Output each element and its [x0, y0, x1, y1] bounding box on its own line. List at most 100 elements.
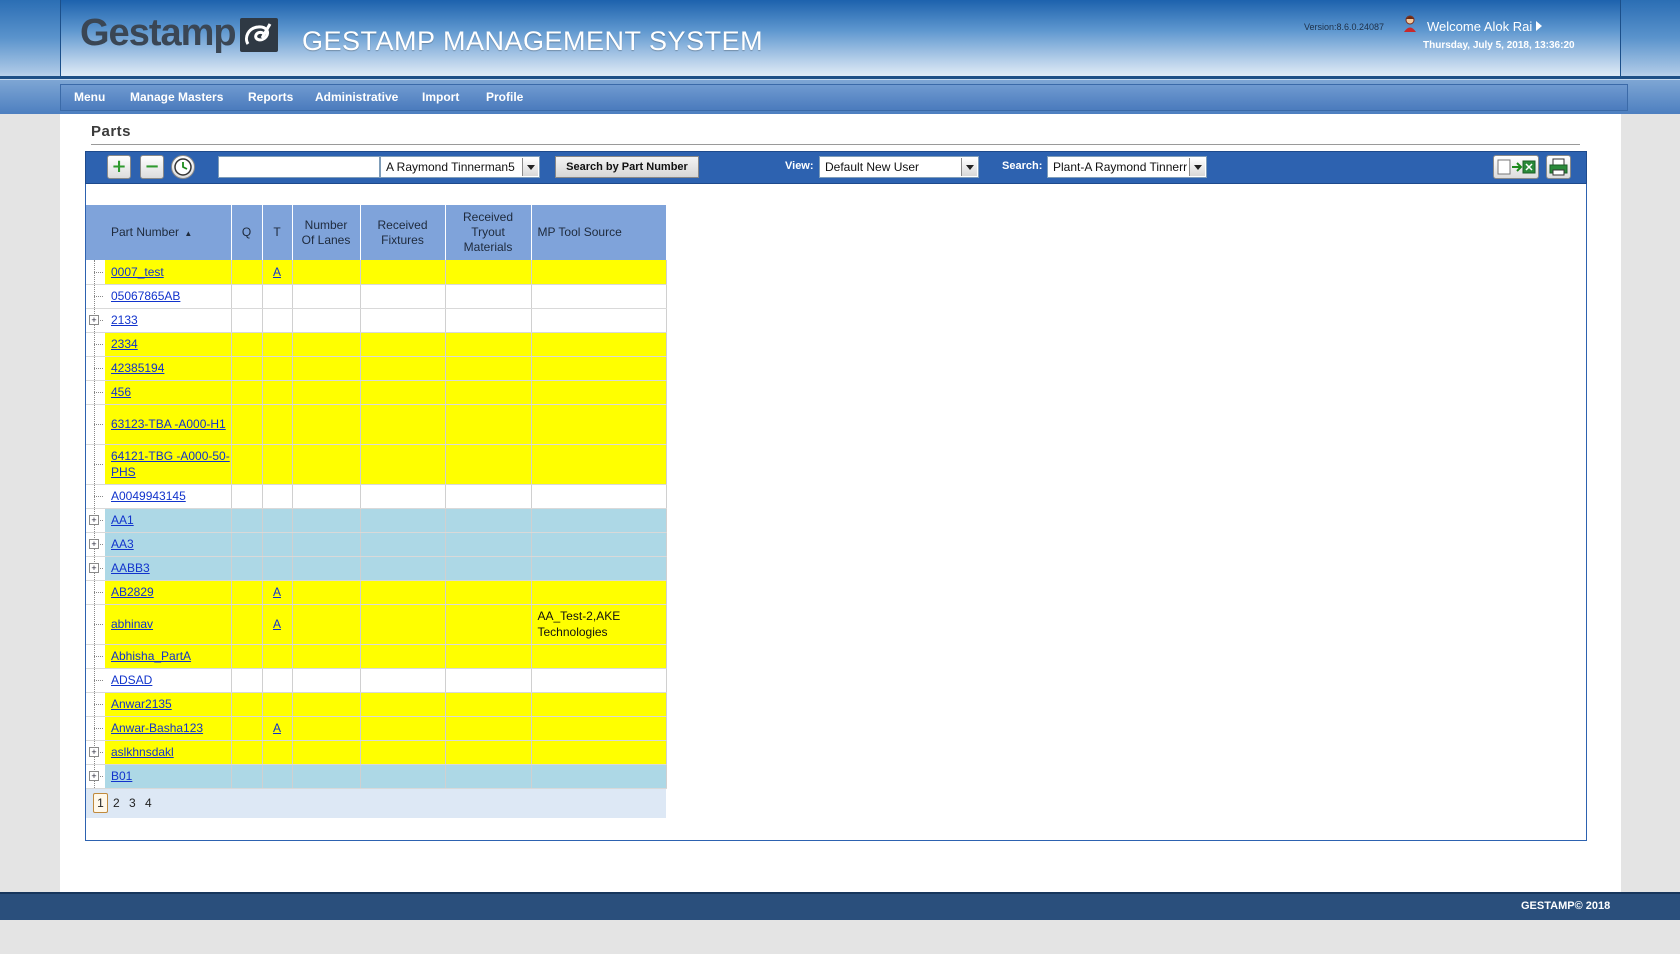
print-button[interactable]	[1546, 155, 1571, 179]
column-header-number-of-lanes[interactable]: Number Of Lanes	[292, 205, 361, 260]
q-cell	[231, 644, 263, 669]
table-row[interactable]: 42385194	[86, 356, 667, 381]
table-row[interactable]: + B01	[86, 764, 667, 789]
part-number-link[interactable]: 64121-TBG -A000-50-PHS	[111, 449, 230, 479]
table-row[interactable]: 456	[86, 380, 667, 405]
welcome-user-link[interactable]: Welcome Alok Rai	[1427, 19, 1532, 34]
history-button[interactable]	[171, 155, 195, 179]
expand-plus-icon[interactable]: +	[89, 539, 99, 549]
table-row[interactable]: abhinav A AA_Test-2,AKE Technologies	[86, 604, 667, 645]
page-link-3[interactable]: 3	[129, 796, 136, 810]
mp-tool-source-cell	[531, 716, 667, 741]
part-number-link[interactable]: abhinav	[111, 617, 153, 631]
tree-cell[interactable]: +	[86, 764, 105, 789]
part-number-link[interactable]: aslkhnsdakl	[111, 745, 174, 759]
search-by-part-number-button[interactable]: Search by Part Number	[555, 156, 699, 178]
part-number-link[interactable]: Abhisha_PartA	[111, 649, 191, 663]
caret-right-icon[interactable]	[1536, 21, 1542, 31]
nav-reports[interactable]: Reports	[248, 90, 293, 104]
chevron-down-icon[interactable]	[522, 158, 538, 176]
lanes-cell	[292, 604, 361, 645]
expand-plus-icon[interactable]: +	[89, 315, 99, 325]
column-header-received-fixtures[interactable]: Received Fixtures	[360, 205, 446, 260]
expand-plus-icon[interactable]: +	[89, 747, 99, 757]
nav-manage-masters[interactable]: Manage Masters	[130, 90, 223, 104]
part-number-link[interactable]: Anwar2135	[111, 697, 172, 711]
nav-menu[interactable]: Menu	[74, 90, 105, 104]
add-part-button[interactable]: +	[107, 155, 131, 179]
table-row[interactable]: Anwar-Basha123 A	[86, 716, 667, 741]
column-header-t[interactable]: T	[262, 205, 293, 260]
part-number-link[interactable]: 2133	[111, 313, 138, 327]
nav-administrative[interactable]: Administrative	[315, 90, 398, 104]
table-row[interactable]: + AABB3	[86, 556, 667, 581]
part-number-link[interactable]: AA3	[111, 537, 134, 551]
table-row[interactable]: ADSAD	[86, 668, 667, 693]
mp-tool-source-cell	[531, 484, 667, 509]
table-row[interactable]: A0049943145	[86, 484, 667, 509]
mp-tool-source-cell	[531, 380, 667, 405]
table-row[interactable]: +2133	[86, 308, 667, 333]
page-link-2[interactable]: 2	[113, 796, 120, 810]
expand-plus-icon[interactable]: +	[89, 563, 99, 573]
part-number-link[interactable]: 2334	[111, 337, 138, 351]
column-header-received-tryout-materials[interactable]: Received Tryout Materials	[445, 205, 532, 260]
nav-profile[interactable]: Profile	[486, 90, 523, 104]
table-row[interactable]: 64121-TBG -A000-50-PHS	[86, 444, 667, 485]
part-number-link[interactable]: 0007_test	[111, 265, 164, 279]
chevron-down-icon[interactable]	[961, 158, 977, 176]
t-link[interactable]: A	[273, 617, 281, 631]
page-link-1[interactable]: 1	[93, 793, 108, 813]
part-number-link[interactable]: Anwar-Basha123	[111, 721, 203, 735]
part-number-link[interactable]: B01	[111, 769, 132, 783]
table-row[interactable]: 05067865AB	[86, 284, 667, 309]
nav-import[interactable]: Import	[422, 90, 459, 104]
export-button[interactable]	[1493, 155, 1539, 179]
view-select[interactable]: Default New User	[819, 156, 979, 178]
tree-cell[interactable]: +	[86, 508, 105, 533]
tree-cell[interactable]: +	[86, 556, 105, 581]
part-number-link[interactable]: 456	[111, 385, 131, 399]
tree-cell[interactable]: +	[86, 308, 105, 333]
table-row[interactable]: + AA3	[86, 532, 667, 557]
table-row[interactable]: Anwar2135	[86, 692, 667, 717]
tryout-cell	[445, 380, 532, 405]
column-header-q[interactable]: Q	[231, 205, 263, 260]
sort-ascending-icon: ▲	[184, 228, 193, 238]
t-link[interactable]: A	[273, 721, 281, 735]
tree-cell	[86, 692, 105, 717]
part-number-link[interactable]: AB2829	[111, 585, 154, 599]
table-row[interactable]: AB2829 A	[86, 580, 667, 605]
tree-cell[interactable]: +	[86, 532, 105, 557]
expand-plus-icon[interactable]: +	[89, 771, 99, 781]
column-header-mp-tool-source[interactable]: MP Tool Source	[531, 205, 667, 260]
part-number-link[interactable]: ADSAD	[111, 673, 152, 687]
part-number-link[interactable]: AABB3	[111, 561, 150, 575]
q-cell	[231, 380, 263, 405]
table-row[interactable]: + AA1	[86, 508, 667, 533]
part-number-link[interactable]: 42385194	[111, 361, 164, 375]
part-number-link[interactable]: 63123-TBA -A000-H1	[111, 417, 226, 431]
t-link[interactable]: A	[273, 585, 281, 599]
part-number-link[interactable]: 05067865AB	[111, 289, 180, 303]
plant-select[interactable]: A Raymond Tinnerman5	[380, 156, 540, 178]
remove-part-button[interactable]: −	[140, 155, 164, 179]
table-row[interactable]: + aslkhnsdakl	[86, 740, 667, 765]
fixtures-cell	[360, 692, 446, 717]
table-row[interactable]: 63123-TBA -A000-H1	[86, 404, 667, 445]
tree-cell[interactable]: +	[86, 740, 105, 765]
tryout-cell	[445, 308, 532, 333]
part-number-link[interactable]: A0049943145	[111, 489, 186, 503]
table-row[interactable]: 0007_test A	[86, 260, 667, 285]
expand-plus-icon[interactable]: +	[89, 515, 99, 525]
table-row[interactable]: Abhisha_PartA	[86, 644, 667, 669]
page-link-4[interactable]: 4	[145, 796, 152, 810]
table-row[interactable]: 2334	[86, 332, 667, 357]
part-number-search-input[interactable]	[218, 156, 380, 178]
search-select[interactable]: Plant-A Raymond Tinnerr	[1047, 156, 1207, 178]
chevron-down-icon[interactable]	[1189, 158, 1205, 176]
part-number-cell: A0049943145	[105, 484, 232, 509]
part-number-link[interactable]: AA1	[111, 513, 134, 527]
t-link[interactable]: A	[273, 265, 281, 279]
column-header-part-number[interactable]: Part Number ▲	[105, 205, 232, 260]
